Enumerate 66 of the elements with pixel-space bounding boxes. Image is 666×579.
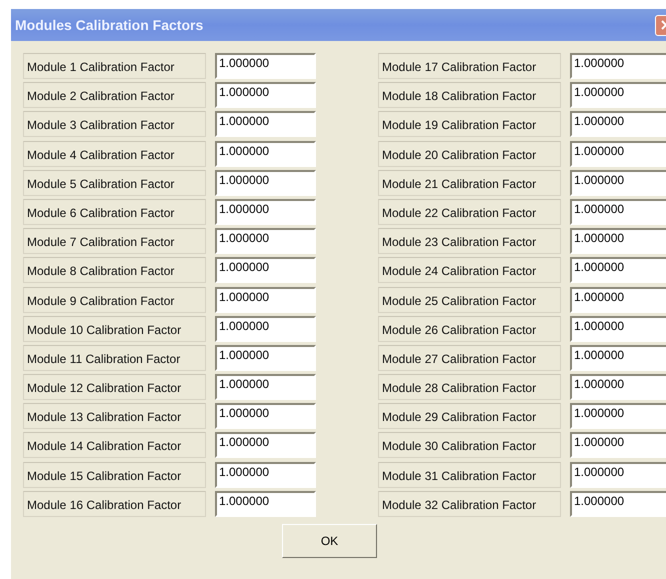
field-label: Module 32 Calibration Factor: [378, 490, 561, 517]
input-field[interactable]: 1.000000: [215, 111, 316, 138]
input-field[interactable]: 1.000000: [570, 316, 666, 342]
input-field[interactable]: 1.000000: [215, 344, 316, 371]
field-label: Module 5 Calibration Factor: [23, 170, 206, 196]
field-label: Module 9 Calibration Factor: [23, 286, 206, 312]
field-label: Module 1 Calibration Factor: [23, 53, 206, 79]
field-label: Module 27 Calibration Factor: [378, 344, 561, 371]
field-label: Module 11 Calibration Factor: [23, 344, 206, 371]
field-label: Module 8 Calibration Factor: [23, 257, 206, 284]
input-field[interactable]: 1.000000: [570, 344, 666, 371]
input-field[interactable]: 1.000000: [570, 490, 666, 517]
field-label: Module 24 Calibration Factor: [378, 257, 561, 284]
input-field[interactable]: 1.000000: [215, 374, 316, 400]
input-field[interactable]: 1.000000: [215, 286, 316, 312]
field-label: Module 21 Calibration Factor: [378, 170, 561, 196]
field-label: Module 10 Calibration Factor: [23, 316, 206, 342]
input-field[interactable]: 1.000000: [215, 403, 316, 430]
window-title: Modules Calibration Factors: [14, 17, 204, 33]
field-label: Module 31 Calibration Factor: [378, 462, 561, 488]
field-label: Module 22 Calibration Factor: [378, 198, 561, 225]
field-label: Module 20 Calibration Factor: [378, 140, 561, 167]
field-label: Module 25 Calibration Factor: [378, 286, 561, 312]
input-field[interactable]: 1.000000: [215, 490, 316, 517]
input-field[interactable]: 1.000000: [570, 228, 666, 254]
field-label: Module 23 Calibration Factor: [378, 228, 561, 254]
input-field[interactable]: 1.000000: [570, 140, 666, 167]
input-field[interactable]: 1.000000: [215, 432, 316, 458]
input-field[interactable]: 1.000000: [215, 170, 316, 196]
input-field[interactable]: 1.000000: [215, 228, 316, 254]
field-label: Module 6 Calibration Factor: [23, 198, 206, 225]
field-label: Module 14 Calibration Factor: [23, 432, 206, 458]
field-label: Module 19 Calibration Factor: [378, 111, 561, 138]
field-label: Module 13 Calibration Factor: [23, 403, 206, 430]
input-field[interactable]: 1.000000: [570, 82, 666, 108]
input-field[interactable]: 1.000000: [570, 111, 666, 138]
input-field[interactable]: 1.000000: [570, 462, 666, 488]
field-label: Module 3 Calibration Factor: [23, 111, 206, 138]
input-field[interactable]: 1.000000: [215, 462, 316, 488]
input-field[interactable]: 1.000000: [215, 257, 316, 284]
input-field[interactable]: 1.000000: [570, 374, 666, 400]
input-field[interactable]: 1.000000: [570, 286, 666, 312]
input-field[interactable]: 1.000000: [570, 170, 666, 196]
input-field[interactable]: 1.000000: [570, 403, 666, 430]
input-field[interactable]: 1.000000: [570, 257, 666, 284]
field-label: Module 7 Calibration Factor: [23, 228, 206, 254]
input-field[interactable]: 1.000000: [215, 198, 316, 225]
field-label: Module 29 Calibration Factor: [378, 403, 561, 430]
input-field[interactable]: 1.000000: [215, 316, 316, 342]
field-label: Module 16 Calibration Factor: [23, 490, 206, 517]
input-field[interactable]: 1.000000: [570, 53, 666, 79]
input-field[interactable]: 1.000000: [570, 198, 666, 225]
field-label: Module 15 Calibration Factor: [23, 462, 206, 488]
input-field[interactable]: 1.000000: [215, 140, 316, 167]
field-label: Module 26 Calibration Factor: [378, 316, 561, 342]
ok-button[interactable]: OK: [282, 524, 377, 558]
field-label: Module 18 Calibration Factor: [378, 82, 561, 108]
field-label: Module 2 Calibration Factor: [23, 82, 206, 108]
input-field[interactable]: 1.000000: [215, 53, 316, 79]
field-label: Module 17 Calibration Factor: [378, 53, 561, 79]
field-label: Module 12 Calibration Factor: [23, 374, 206, 400]
input-field[interactable]: 1.000000: [570, 432, 666, 458]
field-label: Module 30 Calibration Factor: [378, 432, 561, 458]
field-label: Module 28 Calibration Factor: [378, 374, 561, 400]
input-field[interactable]: 1.000000: [215, 82, 316, 108]
field-label: Module 4 Calibration Factor: [23, 140, 206, 167]
